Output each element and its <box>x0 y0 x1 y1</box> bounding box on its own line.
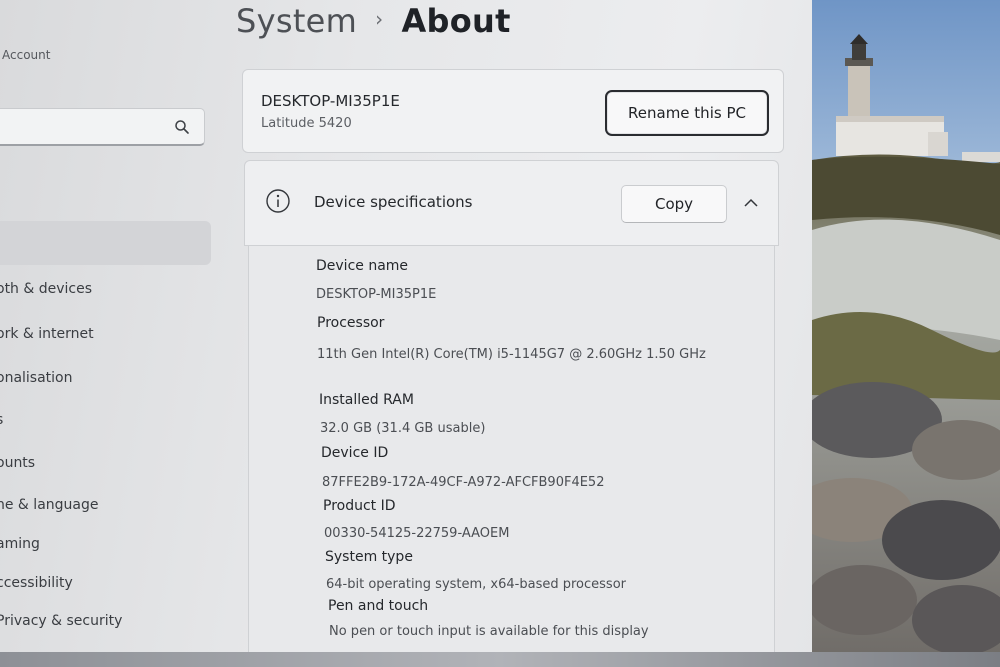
spec-value-processor: 11th Gen Intel(R) Core(TM) i5-1145G7 @ 2… <box>317 347 706 362</box>
spec-value-system-type: 64-bit operating system, x64-based proce… <box>326 577 626 592</box>
pc-model: Latitude 5420 <box>261 116 352 131</box>
page-title: About <box>401 2 511 40</box>
device-specifications-header[interactable]: Device specifications Copy <box>244 160 779 246</box>
chevron-right-icon: › <box>375 7 384 31</box>
rename-pc-button[interactable]: Rename this PC <box>605 90 769 136</box>
copy-button[interactable]: Copy <box>621 185 727 223</box>
spec-value-product-id: 00330-54125-22759-AAOEM <box>324 526 510 541</box>
spec-label-processor: Processor <box>317 315 385 331</box>
info-icon <box>266 189 290 213</box>
sidebar-item-personalisation[interactable]: onalisation <box>0 370 73 386</box>
sidebar-item-bluetooth-devices[interactable]: oth & devices <box>0 281 92 297</box>
device-specifications-title: Device specifications <box>314 193 473 211</box>
sidebar-item-accounts[interactable]: ounts <box>0 455 35 471</box>
breadcrumb: System › About <box>236 2 511 40</box>
sidebar-item-system-selected[interactable] <box>0 221 211 265</box>
spec-label-pen-touch: Pen and touch <box>328 598 429 614</box>
sidebar-item-accessibility[interactable]: ccessibility <box>0 575 73 591</box>
account-label: Account <box>2 48 51 62</box>
search-icon[interactable] <box>174 119 190 135</box>
sidebar-item-network-internet[interactable]: ork & internet <box>0 326 94 342</box>
chevron-up-icon[interactable] <box>743 197 759 209</box>
spec-label-device-name: Device name <box>316 258 409 274</box>
sidebar-item-apps[interactable]: s <box>0 412 3 428</box>
settings-window: Account oth & devices ork & internet ona… <box>0 0 812 667</box>
sidebar-item-time-language[interactable]: ne & language <box>0 497 98 513</box>
spec-value-device-name: DESKTOP-MI35P1E <box>316 287 437 302</box>
spec-label-product-id: Product ID <box>323 498 396 514</box>
breadcrumb-parent[interactable]: System <box>236 2 357 40</box>
sidebar: Account oth & devices ork & internet ona… <box>0 0 222 667</box>
spec-value-device-id: 87FFE2B9-172A-49CF-A972-AFCFB90F4E52 <box>322 475 605 490</box>
device-specifications-body: Device name DESKTOP-MI35P1E Processor 11… <box>248 246 775 667</box>
sidebar-item-privacy-security[interactable]: Privacy & security <box>0 613 122 629</box>
spec-label-system-type: System type <box>325 549 413 565</box>
spec-value-pen-touch: No pen or touch input is available for t… <box>329 624 649 639</box>
pc-name: DESKTOP-MI35P1E <box>261 92 400 110</box>
spec-value-installed-ram: 32.0 GB (31.4 GB usable) <box>320 421 486 436</box>
spec-label-installed-ram: Installed RAM <box>319 392 414 408</box>
screen-bezel <box>0 652 1000 667</box>
pc-name-card: DESKTOP-MI35P1E Latitude 5420 Rename thi… <box>242 69 784 153</box>
desktop-wallpaper <box>812 0 1000 667</box>
lighthouse-photo <box>812 0 1000 667</box>
search-input[interactable] <box>0 108 205 146</box>
spec-label-device-id: Device ID <box>321 445 389 461</box>
sidebar-item-gaming[interactable]: aming <box>0 536 40 552</box>
